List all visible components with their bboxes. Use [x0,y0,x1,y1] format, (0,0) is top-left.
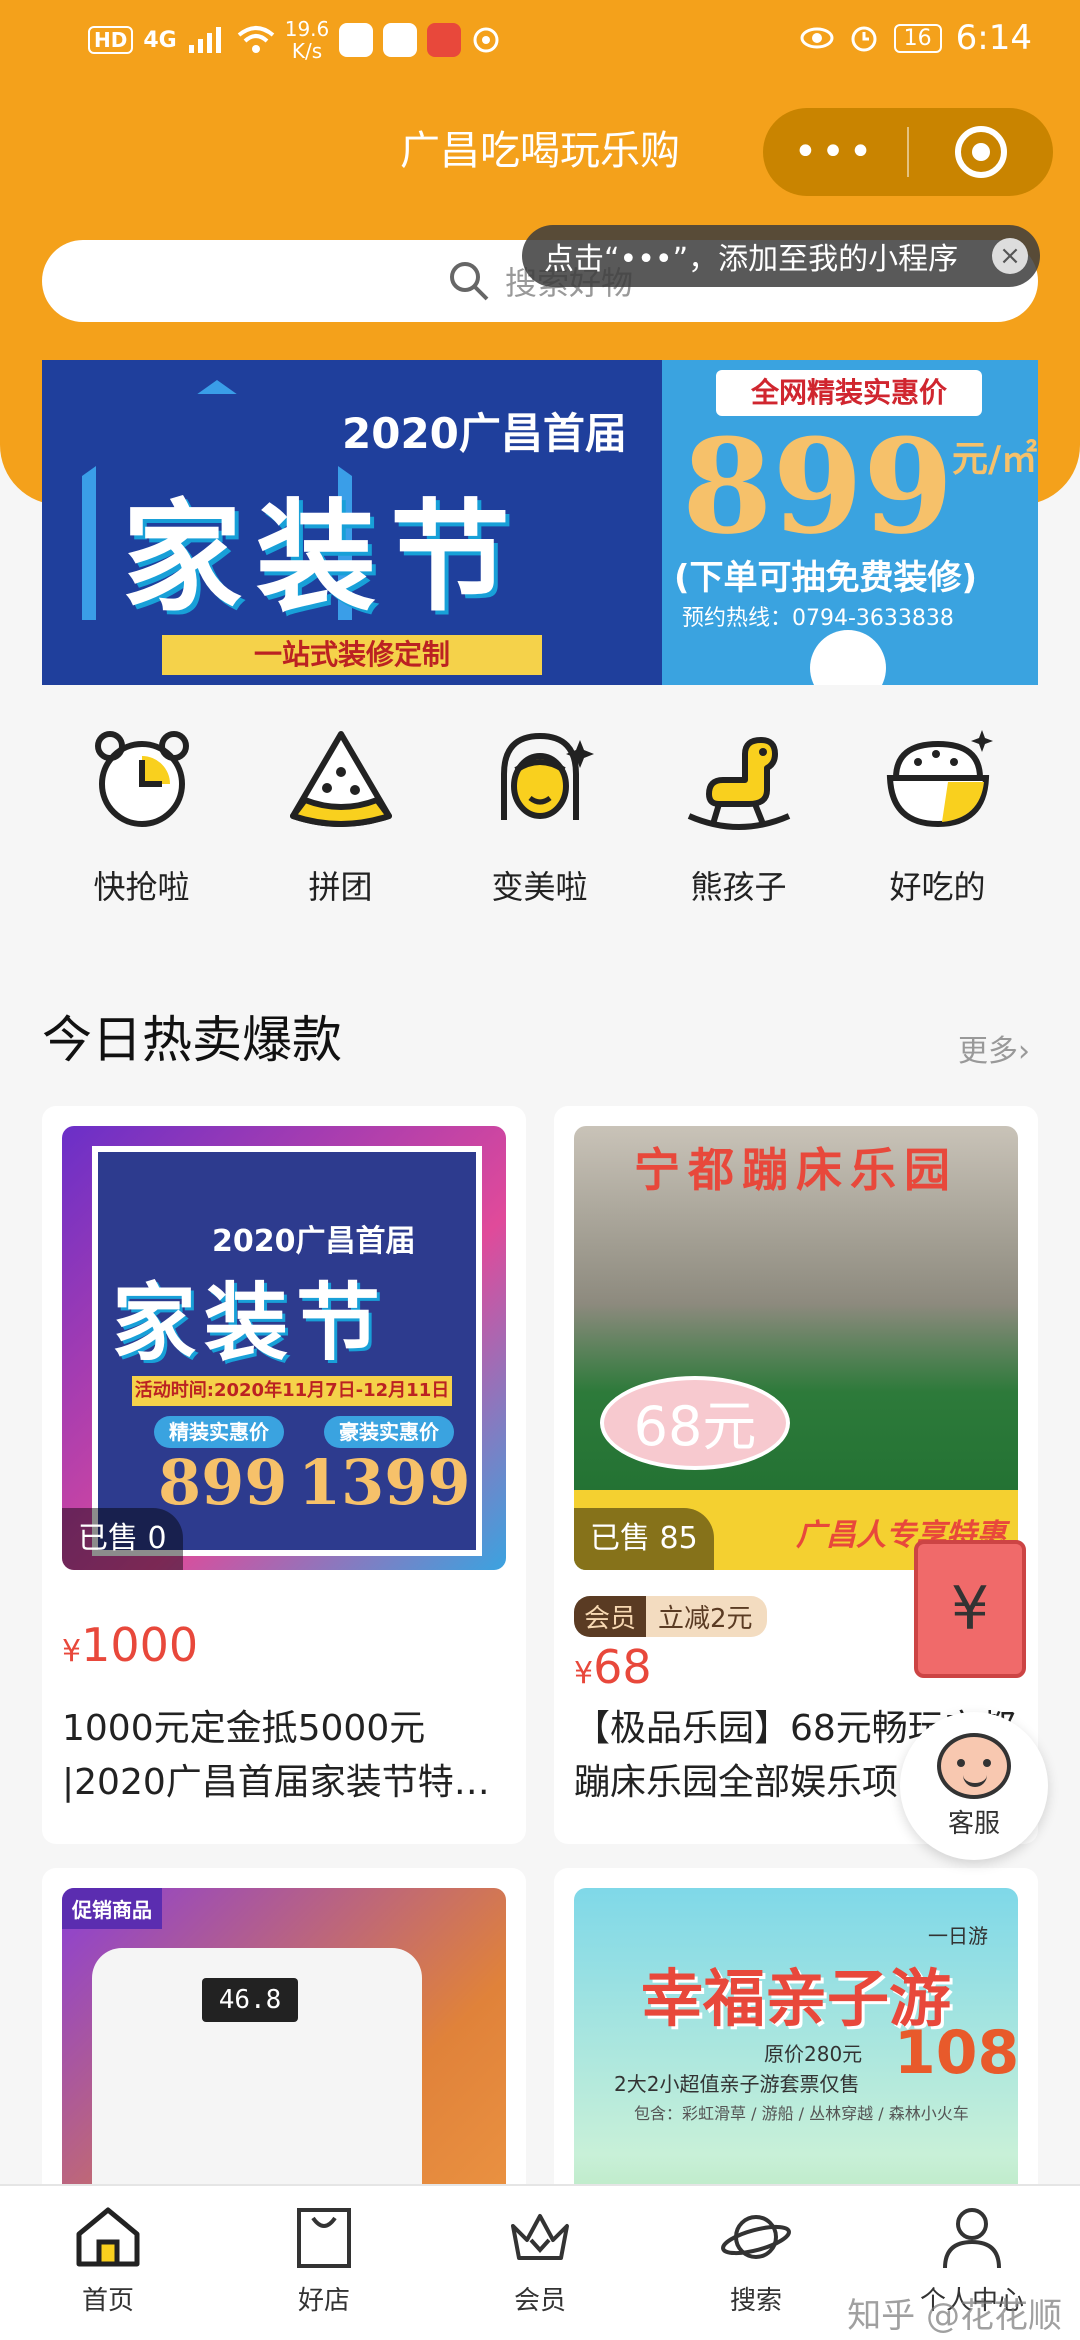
banner-main-title: 家装节 [122,489,524,628]
category-food[interactable]: 好吃的 [838,720,1037,920]
more-link[interactable]: 更多› [958,1026,1030,1070]
clock: 6:14 [955,18,1032,58]
status-right: 16 6:14 [800,18,1032,58]
wifi-icon [237,26,274,53]
banner-hotline: 预约热线：0794-3633838 [682,606,954,631]
product-card[interactable]: 2020广昌首届 家装节 活动时间:2020年11月7日-12月11日 精装实惠… [42,1106,526,1844]
nav-member[interactable]: 会员 [432,2186,648,2340]
nav-label: 会员 [513,2286,566,2316]
shopping-bag-icon [297,2208,351,2268]
poster-price-a: 899 [158,1446,288,1519]
battery-indicator: 16 [893,23,942,53]
poster-date: 活动时间:2020年11月7日-12月11日 [132,1376,452,1406]
category-label: 变美啦 [491,868,588,906]
close-mini-program-button[interactable] [909,108,1053,196]
poster-label-b: 豪装实惠价 [324,1416,454,1448]
product-title: 1000元定金抵5000元 |2020广昌首届家装节特惠... [62,1708,454,1803]
poster-label-a: 精装实惠价 [154,1416,284,1448]
promo-badge: 促销商品 [62,1888,162,1929]
category-label: 快抢啦 [93,868,190,906]
section-title: 今日热卖爆款 [42,1011,342,1069]
promo-banner[interactable]: 2020广昌首届 家装节 一站式装修定制 全网精装实惠价 899 元/㎡ (下单… [42,360,1038,685]
product-image: 2020广昌首届 家装节 活动时间:2020年11月7日-12月11日 精装实惠… [62,1126,506,1570]
product-price: ¥1000 [62,1618,199,1672]
banner-note: (下单可抽免费装修) [674,558,978,598]
banner-price: 899 [682,410,954,563]
hotspot-icon [473,27,499,53]
status-left: HD 4G 19.6 K/s [88,18,501,62]
nav-shops[interactable]: 好店 [216,2186,432,2340]
network-speed: 19.6 K/s [284,17,330,63]
planet-icon [721,2215,791,2259]
woman-face-icon [500,732,594,820]
poster-original-price: 原价280元 [764,2042,863,2066]
nav-search[interactable]: 搜索 [648,2186,864,2340]
chat-app-icon [339,23,374,57]
poster-title: 宁都蹦床乐园 [634,1143,958,1197]
video-app-icon [383,23,418,57]
nav-label: 首页 [81,2286,134,2316]
rocking-horse-icon [687,737,790,830]
search-icon [449,262,489,301]
service-label: 客服 [947,1808,1000,1839]
pizza-slice-icon [289,731,392,827]
category-label: 熊孩子 [690,868,787,906]
poster-price: 108 [894,2018,1018,2088]
banner-tagline: 一站式装修定制 [162,635,542,675]
scale-display: 46.8 [202,1978,298,2022]
product-image: 宁都蹦床乐园 68元 广昌人专享特惠 已售 85 [574,1126,1018,1570]
product-price: ¥68 [574,1640,652,1694]
person-icon [943,2208,1001,2269]
target-icon [955,126,1007,178]
poster-price-b: 1399 [298,1446,471,1519]
banner-price-unit: 元/㎡ [952,439,1038,480]
category-beauty[interactable]: 变美啦 [440,720,639,920]
status-bar: HD 4G 19.6 K/s 16 6:14 [0,0,1080,82]
category-label: 好吃的 [889,868,986,906]
signal-label: 4G [143,27,177,53]
red-packet-button[interactable]: ¥ [914,1540,1026,1678]
eye-icon [800,27,834,49]
member-tags: 会员 立减2元 [574,1596,767,1637]
tooltip-close-icon[interactable]: × [992,238,1028,274]
rice-bowl-icon [886,730,993,828]
more-button[interactable]: ••• [763,108,907,196]
add-to-my-programs-tooltip: 点击“•••”，添加至我的小程序 × [522,225,1040,287]
nav-label: 好店 [297,2286,350,2316]
discount-tag: 立减2元 [646,1596,767,1637]
category-grid: 快抢啦 拼团 变美啦 熊孩子 好吃的 [42,720,1038,920]
signal-icon [188,27,221,53]
poster-tag: 一日游 [928,1924,988,1948]
alarm-icon [851,26,877,52]
watermark: 知乎 @花花顺 [847,2296,1062,2336]
poster-price-bubble: 68元 [600,1376,790,1470]
category-label: 拼团 [308,868,373,906]
poster-year-line: 2020广昌首届 [212,1224,416,1259]
banner-year-line: 2020广昌首届 [342,409,627,458]
hd-indicator: HD [88,26,134,54]
customer-service-button[interactable]: 客服 [900,1712,1048,1860]
alarm-clock-icon [94,731,189,827]
huawei-app-icon [427,23,462,57]
sold-count-badge: 已售 85 [574,1508,714,1570]
tooltip-text: 点击“•••”，添加至我的小程序 [544,242,959,277]
nav-label: 搜索 [729,2286,782,2316]
category-kids[interactable]: 熊孩子 [639,720,838,920]
mini-program-capsule: ••• [763,108,1053,196]
category-group-buy[interactable]: 拼团 [241,720,440,920]
poster-description: 2大2小超值亲子游套票仅售 [614,2072,860,2096]
nav-home[interactable]: 首页 [0,2186,216,2340]
category-flash-sale[interactable]: 快抢啦 [42,720,241,920]
member-tag: 会员 [574,1596,647,1637]
service-face-icon [937,1732,1011,1799]
poster-subtext: 包含：彩虹滑草 / 游船 / 丛林穿越 / 森林小火车 [634,2104,969,2123]
sold-count-badge: 已售 0 [62,1508,183,1570]
poster-main-title: 家装节 [112,1274,389,1372]
crown-icon [511,2214,569,2260]
home-icon [76,2207,140,2267]
